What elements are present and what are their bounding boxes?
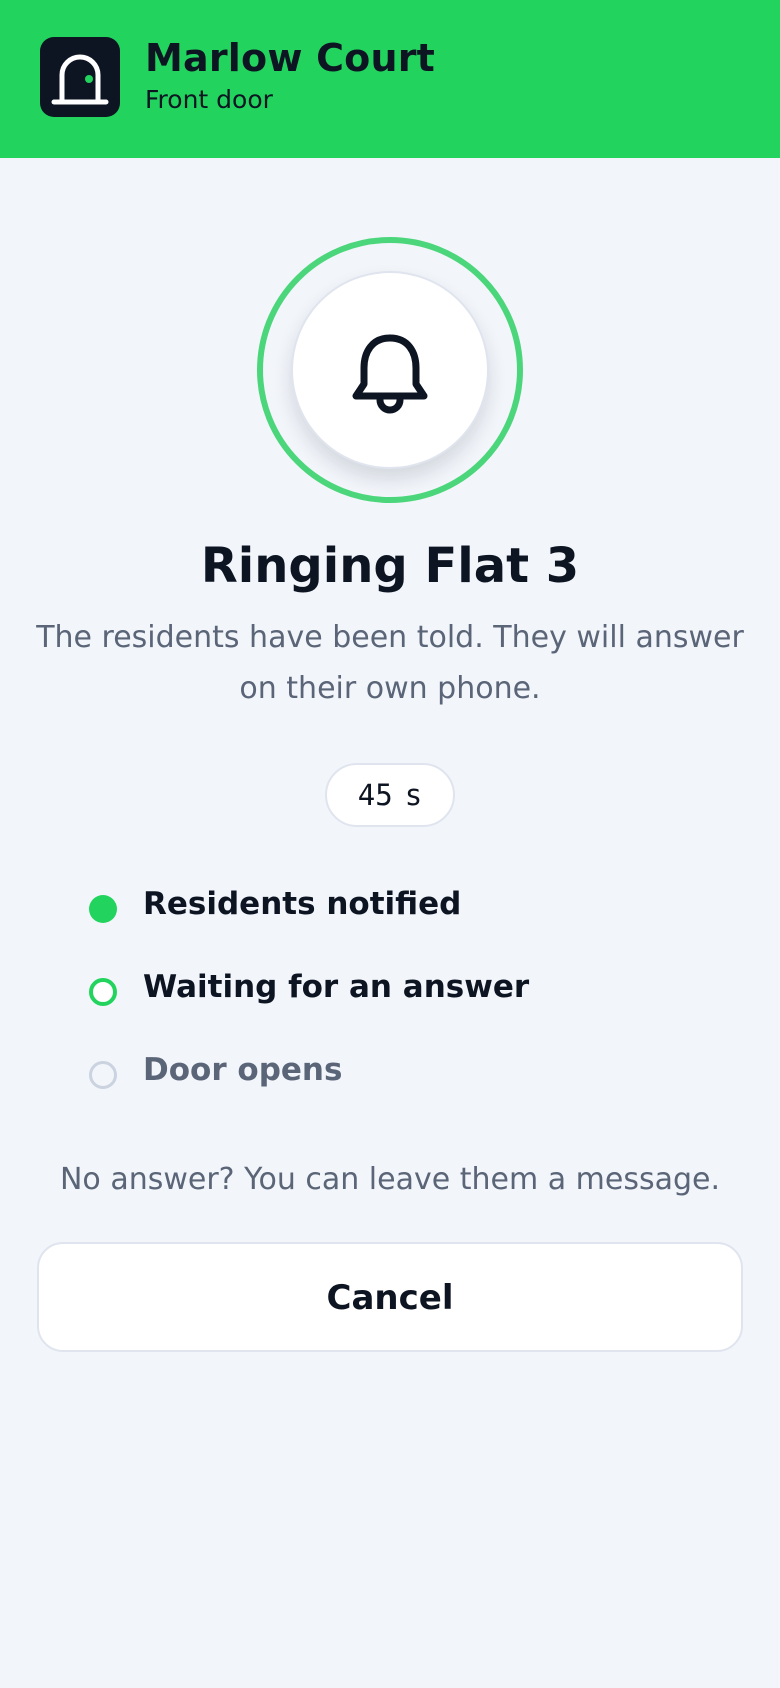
progress-steps: Residents notified Waiting for an answer… <box>89 880 709 1129</box>
no-answer-hint: No answer? You can leave them a message. <box>59 1162 720 1197</box>
countdown-timer: 45 s <box>325 763 455 827</box>
app-header: Marlow Court Front door <box>0 0 780 158</box>
step-label: Waiting for an answer <box>143 969 530 1005</box>
building-name: Marlow Court <box>145 36 436 80</box>
page-title: Ringing Flat 3 <box>200 538 580 594</box>
step-active-indicator <box>89 978 117 1006</box>
timer-unit: s <box>404 778 423 812</box>
step-done-indicator <box>89 895 117 923</box>
step-label: Residents notified <box>143 886 462 922</box>
timer-value: 45 <box>357 778 393 812</box>
step-label: Door opens <box>143 1052 343 1088</box>
step-waiting-for-answer: Waiting for an answer <box>89 963 709 1046</box>
door-name: Front door <box>145 85 273 114</box>
step-residents-notified: Residents notified <box>89 880 709 963</box>
door-icon <box>40 37 120 117</box>
step-door-opens: Door opens <box>89 1046 709 1129</box>
step-pending-indicator <box>89 1061 117 1089</box>
cancel-button[interactable]: Cancel <box>37 1242 743 1352</box>
call-description: The residents have been told. They will … <box>36 620 744 706</box>
bell-icon <box>352 334 428 414</box>
